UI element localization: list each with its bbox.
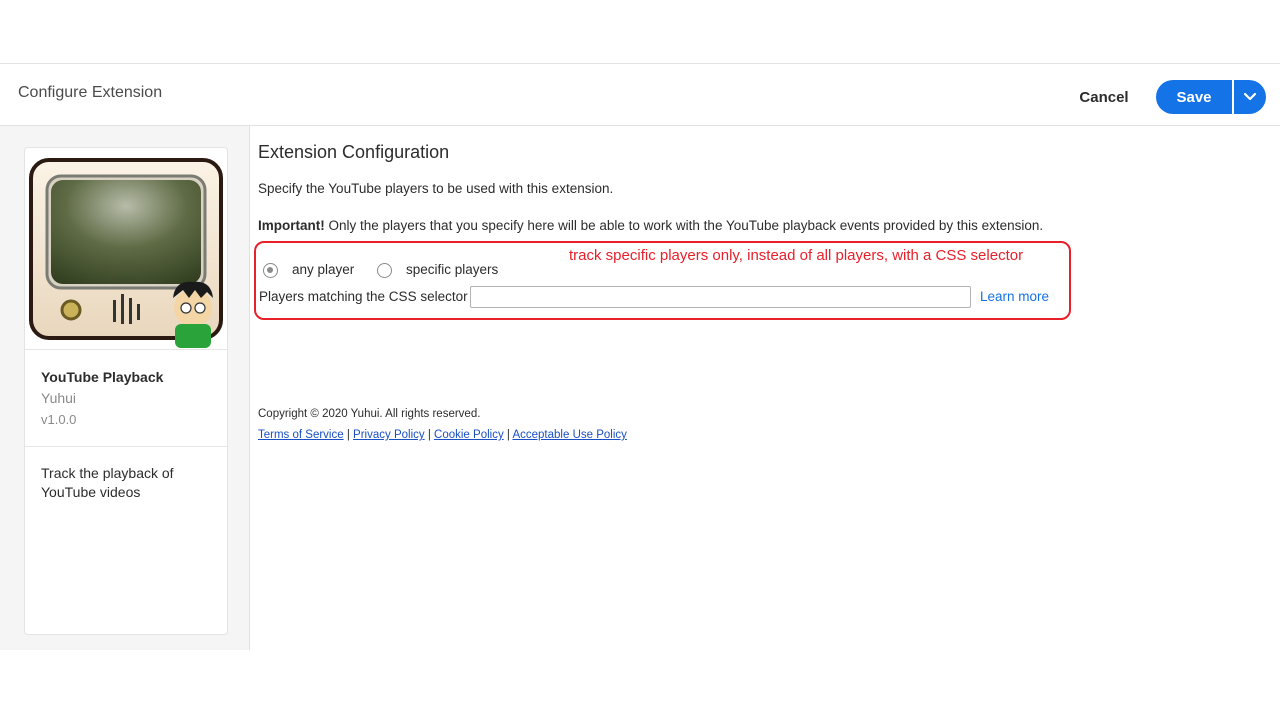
chevron-down-icon xyxy=(1243,92,1257,101)
acceptable-use-policy-link[interactable]: Acceptable Use Policy xyxy=(512,429,626,441)
learn-more-link[interactable]: Learn more xyxy=(980,289,1049,304)
important-text: Only the players that you specify here w… xyxy=(324,218,1044,233)
important-note: Important! Only the players that you spe… xyxy=(258,218,1043,233)
any-player-radio[interactable] xyxy=(263,263,278,278)
privacy-policy-link[interactable]: Privacy Policy xyxy=(353,429,425,441)
css-selector-label: Players matching the CSS selector xyxy=(259,289,468,304)
specific-players-label: specific players xyxy=(406,262,499,277)
cookie-policy-link[interactable]: Cookie Policy xyxy=(434,429,504,441)
extension-card: YouTube Playback Yuhui v1.0.0 Track the … xyxy=(24,147,228,635)
terms-of-service-link[interactable]: Terms of Service xyxy=(258,429,344,441)
divider xyxy=(25,446,227,447)
any-player-label: any player xyxy=(292,262,355,277)
page-title: Configure Extension xyxy=(18,84,163,101)
footer-links: Terms of Service | Privacy Policy | Cook… xyxy=(258,429,627,441)
save-button[interactable]: Save xyxy=(1156,80,1232,114)
link-separator: | xyxy=(506,429,510,441)
annotation-text: track specific players only, instead of … xyxy=(569,247,1024,264)
css-selector-input[interactable] xyxy=(470,286,971,308)
copyright-text: Copyright © 2020 Yuhui. All rights reser… xyxy=(258,408,481,420)
extension-description: Track the playback of YouTube videos xyxy=(41,465,174,500)
link-separator: | xyxy=(346,429,350,441)
extension-version: v1.0.0 xyxy=(41,412,77,427)
extension-icon xyxy=(25,148,227,350)
important-label: Important! xyxy=(258,218,325,233)
section-title: Extension Configuration xyxy=(258,142,450,162)
link-separator: | xyxy=(427,429,431,441)
cancel-button[interactable]: Cancel xyxy=(1068,80,1140,114)
extension-author: Yuhui xyxy=(41,390,77,406)
intro-text: Specify the YouTube players to be used w… xyxy=(258,181,614,196)
extension-name: YouTube Playback xyxy=(41,369,164,385)
specific-players-radio[interactable] xyxy=(377,263,392,278)
